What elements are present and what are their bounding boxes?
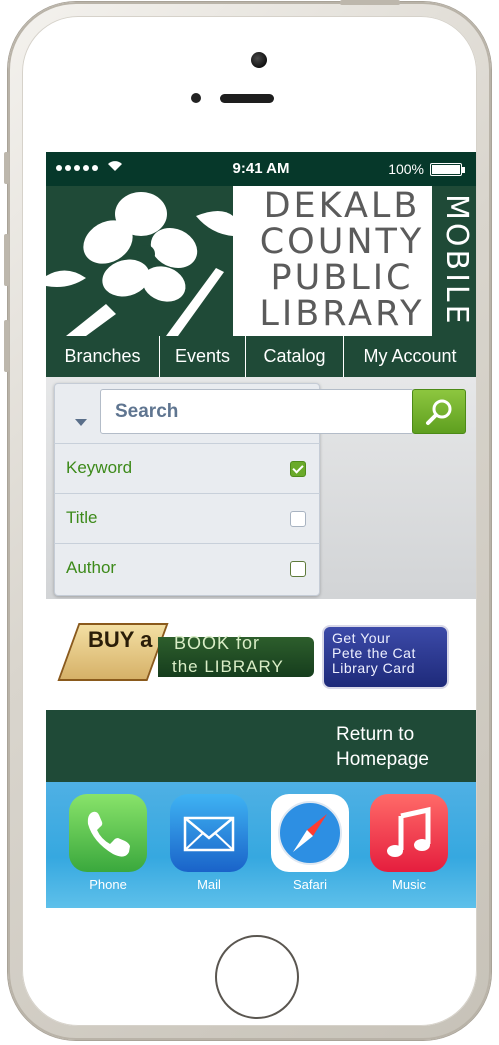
magnolia-logo[interactable]: [46, 186, 233, 336]
phone-icon: [69, 794, 147, 872]
volume-down-button: [4, 320, 9, 372]
search-button[interactable]: [412, 389, 466, 434]
promo-area: BUY a BOOK for the LIBRARY Get Your Pete…: [46, 599, 476, 710]
screen: 9:41 AM 100% DEKALB COUNTY PUBLIC LIBRAR…: [46, 152, 476, 908]
dock-app-mail[interactable]: Mail: [169, 794, 249, 904]
title-checkbox[interactable]: [290, 511, 306, 527]
library-name-line: LIBRARY: [259, 294, 425, 334]
site-header: DEKALB COUNTY PUBLIC LIBRARY MOBILE: [46, 186, 476, 336]
app-label: Mail: [197, 877, 221, 892]
pete-card-line: Get Your: [332, 630, 391, 646]
pete-card-line: Pete the Cat: [332, 645, 416, 661]
dropdown-arrow-icon[interactable]: [75, 419, 87, 426]
option-label: Title: [66, 508, 98, 527]
option-label: Author: [66, 558, 117, 577]
dock-app-safari[interactable]: Safari: [270, 794, 350, 904]
search-option-author[interactable]: Author: [54, 543, 320, 593]
magnifier-icon: [426, 399, 452, 425]
library-name: DEKALB COUNTY PUBLIC LIBRARY: [242, 188, 442, 332]
buy-a-text: BUY a: [88, 627, 153, 652]
return-line: Return to: [336, 724, 415, 745]
dock-app-phone[interactable]: Phone: [68, 794, 148, 904]
search-input[interactable]: [100, 389, 414, 434]
search-area: Keyword Title Author: [46, 377, 476, 599]
author-checkbox[interactable]: [290, 561, 306, 577]
option-label: Keyword: [66, 458, 133, 477]
main-nav: Branches Events Catalog My Account: [46, 336, 476, 377]
return-line: Homepage: [336, 749, 429, 770]
search-option-title[interactable]: Title: [54, 493, 320, 543]
volume-up-button: [4, 234, 9, 286]
app-label: Phone: [89, 877, 127, 892]
earpiece-speaker: [220, 94, 274, 103]
nav-events[interactable]: Events: [160, 336, 246, 377]
app-label: Safari: [293, 877, 327, 892]
mail-icon: [170, 794, 248, 872]
nav-branches[interactable]: Branches: [46, 336, 160, 377]
buy-a-book-banner[interactable]: BUY a BOOK for the LIBRARY: [57, 613, 314, 691]
pete-card-line: Library Card: [332, 660, 416, 676]
library-name-line: DEKALB: [263, 186, 421, 226]
magnolia-icon: [46, 192, 233, 336]
keyword-checkbox[interactable]: [290, 461, 306, 477]
library-name-line: PUBLIC: [270, 258, 414, 298]
home-button[interactable]: [215, 935, 299, 1019]
site-footer: Return to Homepage: [46, 710, 476, 782]
mute-switch: [4, 152, 9, 184]
safari-icon: [271, 794, 349, 872]
library-name-line: COUNTY: [259, 222, 425, 262]
status-bar: 9:41 AM 100%: [46, 152, 476, 186]
nav-my-account[interactable]: My Account: [344, 336, 476, 377]
battery-percent: 100%: [388, 161, 424, 177]
search-option-keyword[interactable]: Keyword: [54, 443, 320, 493]
dock-app-music[interactable]: Music: [369, 794, 449, 904]
pete-the-cat-card-banner[interactable]: Get Your Pete the Cat Library Card: [322, 625, 449, 689]
power-button: [340, 0, 400, 5]
app-label: Music: [392, 877, 426, 892]
book-for-text: BOOK for: [174, 633, 261, 653]
app-dock: Phone Mail Safari Music: [46, 782, 476, 908]
the-library-text: the LIBRARY: [172, 657, 284, 676]
nav-catalog[interactable]: Catalog: [246, 336, 344, 377]
music-icon: [370, 794, 448, 872]
front-camera: [251, 52, 267, 68]
battery-icon: [430, 163, 465, 176]
proximity-sensor: [191, 93, 201, 103]
mobile-label: MOBILE: [439, 194, 474, 327]
return-to-homepage-link[interactable]: Return to Homepage: [336, 722, 456, 772]
